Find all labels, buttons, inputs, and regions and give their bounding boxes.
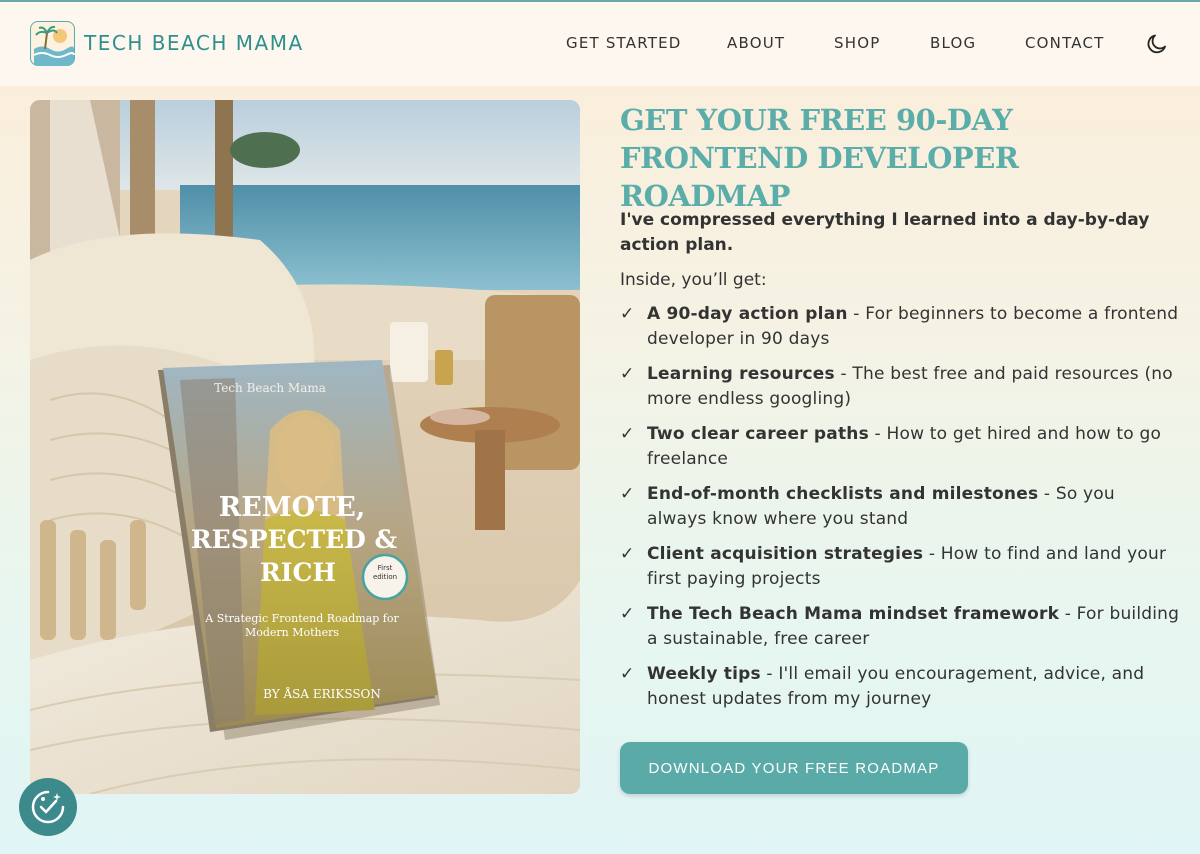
nav-shop[interactable]: SHOP (834, 34, 880, 52)
check-icon: ✓ (620, 304, 635, 324)
benefit-item: ✓ End-of-month checklists and milestones … (620, 482, 1180, 532)
site-header: TECH BEACH MAMA GET STARTED ABOUT SHOP B… (0, 2, 1200, 86)
nav-about[interactable]: ABOUT (727, 34, 785, 52)
check-icon: ✓ (620, 544, 635, 564)
moon-icon[interactable] (1145, 32, 1169, 56)
benefit-title: Weekly tips (647, 664, 761, 684)
hero-book-image: Tech Beach Mama REMOTE, RESPECTED & RICH… (30, 100, 580, 794)
benefit-item: ✓ Learning resources - The best free and … (620, 362, 1180, 412)
benefit-title: Client acquisition strategies (647, 544, 924, 564)
download-roadmap-button[interactable]: DOWNLOAD YOUR FREE ROADMAP (620, 742, 968, 794)
check-icon: ✓ (620, 604, 635, 624)
book-title-line2: RESPECTED & (191, 525, 398, 554)
book-subtitle-line1: A Strategic Frontend Roadmap for (204, 612, 399, 625)
book-author-top: Tech Beach Mama (214, 381, 326, 395)
benefit-title: The Tech Beach Mama mindset framework (647, 604, 1060, 624)
book-title-line1: REMOTE, (219, 492, 366, 523)
brand-name[interactable]: TECH BEACH MAMA (84, 31, 304, 55)
page-title: GET YOUR FREE 90-DAY FRONTEND DEVELOPER … (620, 103, 1019, 213)
benefit-item: ✓ A 90-day action plan - For beginners to… (620, 302, 1180, 352)
nav-contact[interactable]: CONTACT (1025, 34, 1105, 52)
book-title-line3: RICH (260, 558, 336, 587)
benefit-item: ✓ Weekly tips - I'll email you encouragem… (620, 662, 1180, 712)
nav-get-started[interactable]: GET STARTED (566, 34, 682, 52)
benefit-title: Learning resources (647, 364, 835, 384)
brand-logo-icon[interactable] (30, 21, 75, 66)
check-icon: ✓ (620, 664, 635, 684)
intro-text: I've compressed everything I learned int… (620, 210, 1150, 255)
check-icon: ✓ (620, 364, 635, 384)
benefits-list: ✓ A 90-day action plan - For beginners to… (620, 302, 1180, 722)
check-icon: ✓ (620, 424, 635, 444)
benefit-item: ✓ Client acquisition strategies - How to … (620, 542, 1180, 592)
accessibility-icon (31, 790, 65, 824)
benefit-title: End-of-month checklists and milestones (647, 484, 1039, 504)
benefit-title: A 90-day action plan (647, 304, 848, 324)
book-byline: BY ÅSA ERIKSSON (263, 686, 381, 701)
benefit-item: ✓ The Tech Beach Mama mindset framework -… (620, 602, 1180, 652)
accessibility-button[interactable] (19, 778, 77, 836)
benefit-item: ✓ Two clear career paths - How to get hir… (620, 422, 1180, 472)
inside-label: Inside, you’ll get: (620, 270, 767, 290)
benefit-title: Two clear career paths (647, 424, 869, 444)
check-icon: ✓ (620, 484, 635, 504)
nav-blog[interactable]: BLOG (930, 34, 976, 52)
book-subtitle-line2: Modern Mothers (245, 626, 339, 639)
book-edition-badge: First edition (372, 564, 398, 581)
